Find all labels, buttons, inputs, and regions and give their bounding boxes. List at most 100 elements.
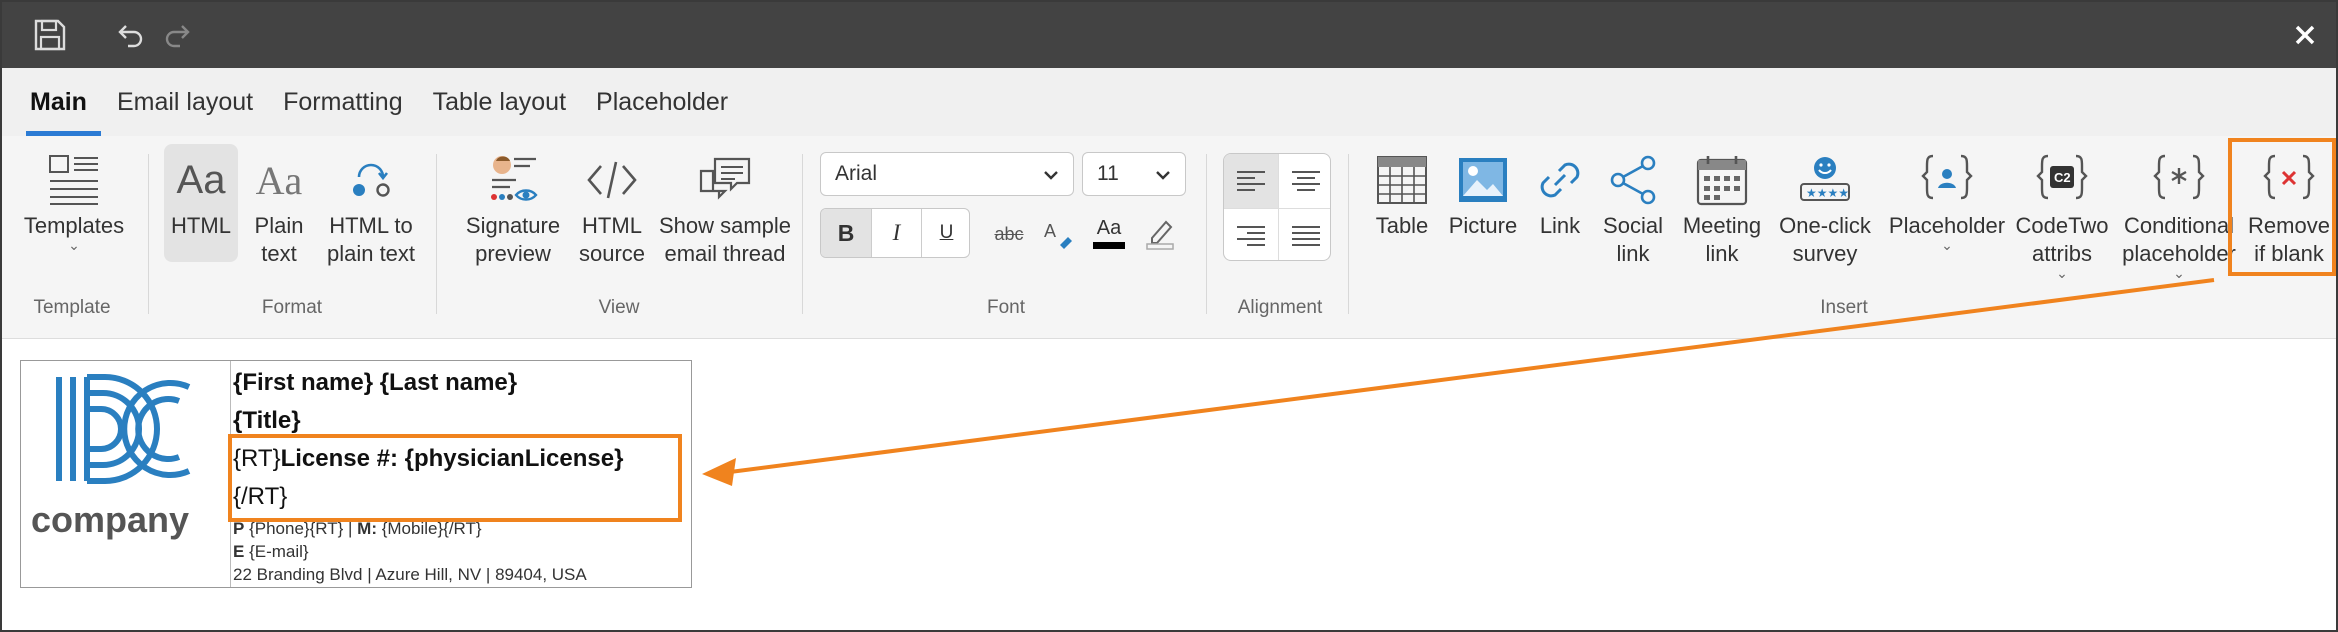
align-center-icon xyxy=(1291,171,1320,191)
company-logo-text: company xyxy=(31,499,190,540)
remove-if-blank-highlight xyxy=(2228,138,2336,276)
html-to-plain-text-label: HTML to plain text xyxy=(326,213,416,266)
one-click-survey-button[interactable]: ★★★★ One-click survey xyxy=(1770,148,1880,268)
clear-format-icon[interactable]: A xyxy=(1036,212,1080,256)
group-format-label: Format xyxy=(261,297,323,318)
templates-label: Templates xyxy=(23,213,125,238)
editor-window: Main Email layout Formatting Table layou… xyxy=(0,0,2338,632)
bold-button[interactable]: B xyxy=(821,209,871,257)
group-alignment: Alignment xyxy=(1210,136,1350,339)
html-format-icon: Aa xyxy=(176,157,226,202)
chat-bubble-icon xyxy=(697,148,753,212)
signature-preview-label: Signature preview xyxy=(465,213,561,266)
codetwo-attribs-label: CodeTwo attribs xyxy=(2015,213,2109,266)
link-button[interactable]: Link xyxy=(1530,148,1590,240)
meeting-link-button[interactable]: Meeting link xyxy=(1680,148,1764,268)
font-color-label: Aa xyxy=(1096,217,1122,239)
divider xyxy=(1206,154,1207,314)
html-button[interactable]: Aa HTML xyxy=(164,144,238,262)
table-button[interactable]: Table xyxy=(1372,148,1432,240)
codetwo-attribs-button[interactable]: C2 CodeTwo attribs ⌄ xyxy=(2012,148,2112,281)
conditional-placeholder-button[interactable]: Conditional placeholder ⌄ xyxy=(2114,148,2244,280)
tab-formatting-label: Formatting xyxy=(283,87,403,116)
italic-button[interactable]: I xyxy=(871,209,921,257)
picture-icon xyxy=(1457,148,1509,212)
plain-text-label: Plain text xyxy=(254,213,304,266)
email-value: {E-mail} xyxy=(244,542,309,561)
group-font-label: Font xyxy=(986,297,1026,318)
chevron-down-icon: ⌄ xyxy=(2056,265,2068,281)
html-label: HTML xyxy=(171,213,231,238)
address-line: 22 Branding Blvd | Azure Hill, NV | 8940… xyxy=(233,565,587,584)
html-source-button[interactable]: HTML source xyxy=(568,148,656,268)
chevron-down-icon: ⌄ xyxy=(1941,237,1953,253)
signature-editor-canvas[interactable]: company {First name} {Last name} {Title}… xyxy=(2,340,2336,630)
redo-icon[interactable] xyxy=(160,18,194,52)
placeholder-label: Placeholder xyxy=(1888,213,2006,238)
one-click-survey-label: One-click survey xyxy=(1779,213,1871,266)
show-sample-email-thread-label: Show sample email thread xyxy=(658,213,792,266)
show-sample-email-thread-button[interactable]: Show sample email thread xyxy=(650,148,800,268)
conditional-placeholder-icon xyxy=(2151,148,2207,212)
title-line: {Title} xyxy=(233,407,301,434)
group-alignment-label: Alignment xyxy=(1237,297,1323,318)
tab-formatting[interactable]: Formatting xyxy=(269,68,416,136)
divider xyxy=(436,154,437,314)
save-icon[interactable] xyxy=(30,15,70,55)
underline-button[interactable]: U xyxy=(921,209,969,257)
templates-icon xyxy=(47,148,101,212)
align-right-button[interactable] xyxy=(1224,208,1278,260)
align-justify-button[interactable] xyxy=(1278,208,1330,260)
html-to-plain-text-button[interactable]: HTML to plain text xyxy=(316,148,426,268)
highlight-icon[interactable] xyxy=(1138,210,1182,256)
tab-table-layout[interactable]: Table layout xyxy=(419,68,580,136)
tab-table-layout-label: Table layout xyxy=(432,87,567,116)
divider xyxy=(802,154,803,314)
social-link-button[interactable]: Social link xyxy=(1598,148,1668,268)
calendar-icon xyxy=(1696,148,1748,212)
placeholder-button[interactable]: Placeholder ⌄ xyxy=(1882,148,2012,253)
tab-email-layout-label: Email layout xyxy=(116,87,254,116)
code-icon xyxy=(585,148,639,212)
group-insert-label: Insert xyxy=(1820,297,1868,318)
survey-icon: ★★★★ xyxy=(1798,148,1852,212)
align-left-button[interactable] xyxy=(1224,154,1278,208)
signature-preview-icon xyxy=(486,148,540,212)
font-size-select[interactable]: 11 xyxy=(1082,152,1186,196)
tab-placeholder[interactable]: Placeholder xyxy=(582,68,742,136)
group-font: Arial 11 B I U abc A Aa Font xyxy=(806,136,1206,339)
share-icon xyxy=(1606,148,1660,212)
align-left-icon xyxy=(1237,171,1265,191)
chevron-down-icon xyxy=(1155,162,1171,186)
tab-main[interactable]: Main xyxy=(16,68,101,136)
signature-preview-button[interactable]: Signature preview xyxy=(458,148,568,268)
undo-icon[interactable] xyxy=(114,18,148,52)
plain-text-icon: Aa xyxy=(255,157,303,203)
strikethrough-button[interactable]: abc xyxy=(986,212,1032,256)
convert-icon xyxy=(346,148,396,212)
align-center-button[interactable] xyxy=(1278,154,1330,208)
alignment-grid xyxy=(1223,153,1331,261)
bold-italic-underline-group: B I U xyxy=(820,208,970,258)
meeting-link-label: Meeting link xyxy=(1682,213,1762,266)
conditional-placeholder-label: Conditional placeholder xyxy=(2122,213,2236,266)
align-justify-icon xyxy=(1291,225,1320,246)
templates-button[interactable]: Templates ⌄ xyxy=(16,148,132,253)
table-label: Table xyxy=(1375,213,1429,238)
svg-text:C2: C2 xyxy=(2054,170,2071,185)
font-color-button[interactable]: Aa xyxy=(1088,208,1130,258)
plain-text-button[interactable]: Aa Plain text xyxy=(244,148,314,268)
html-source-label: HTML source xyxy=(578,213,646,266)
svg-text:A: A xyxy=(1044,221,1056,241)
picture-label: Picture xyxy=(1448,213,1518,238)
font-family-select[interactable]: Arial xyxy=(820,152,1074,196)
table-icon xyxy=(1376,148,1428,212)
email-label: E xyxy=(233,542,245,561)
tab-main-label: Main xyxy=(30,87,87,116)
phone-line: P {Phone}{RT} | M: {Mobile}{/RT} xyxy=(233,519,482,539)
chevron-down-icon: ⌄ xyxy=(68,237,80,253)
tab-email-layout[interactable]: Email layout xyxy=(103,68,267,136)
close-icon[interactable] xyxy=(2288,18,2322,52)
picture-button[interactable]: Picture xyxy=(1444,148,1522,240)
align-right-icon xyxy=(1237,225,1265,246)
